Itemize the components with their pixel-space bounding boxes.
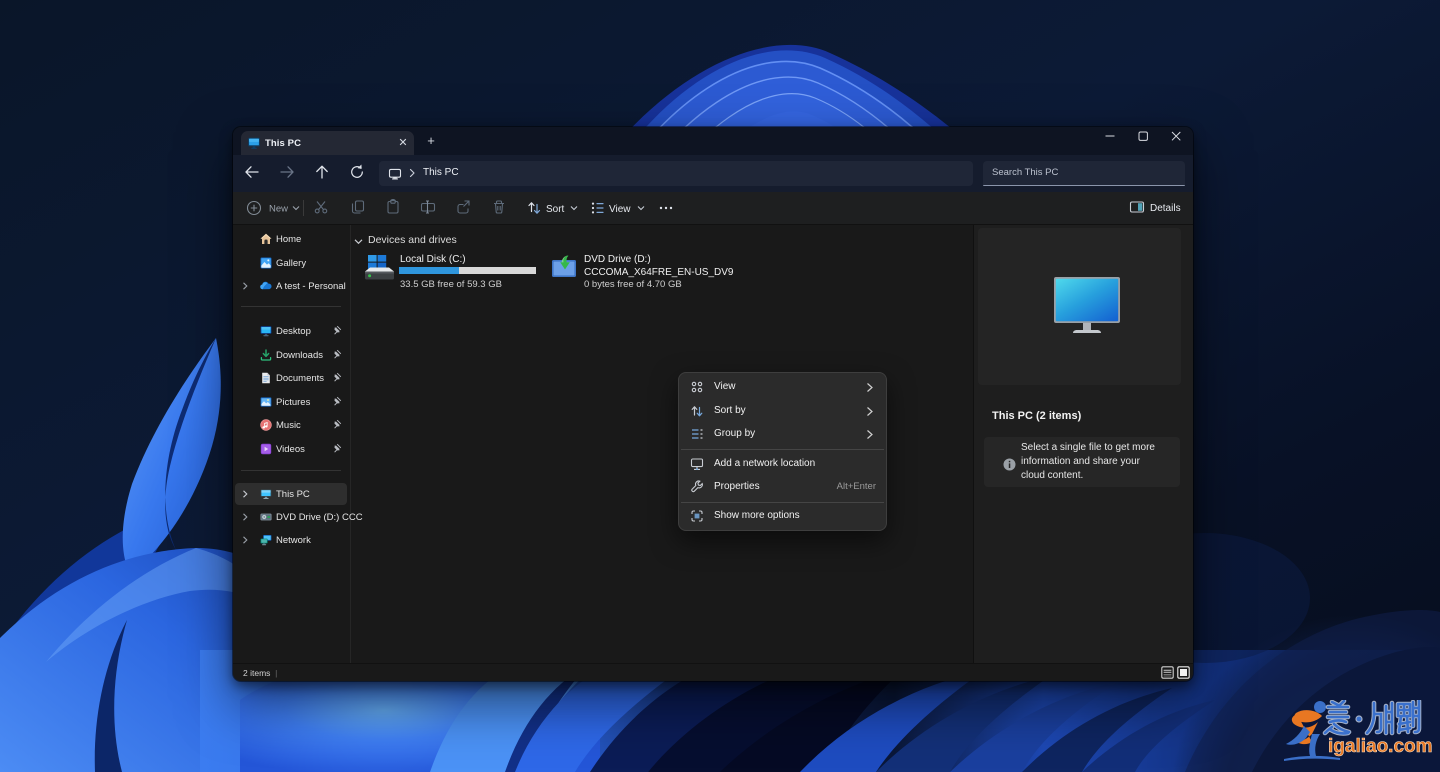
svg-text:New: New xyxy=(269,204,288,215)
svg-text:Sort: Sort xyxy=(546,204,565,215)
svg-text:igaliao.com: igaliao.com xyxy=(1328,736,1432,757)
svg-text:View: View xyxy=(609,204,631,215)
